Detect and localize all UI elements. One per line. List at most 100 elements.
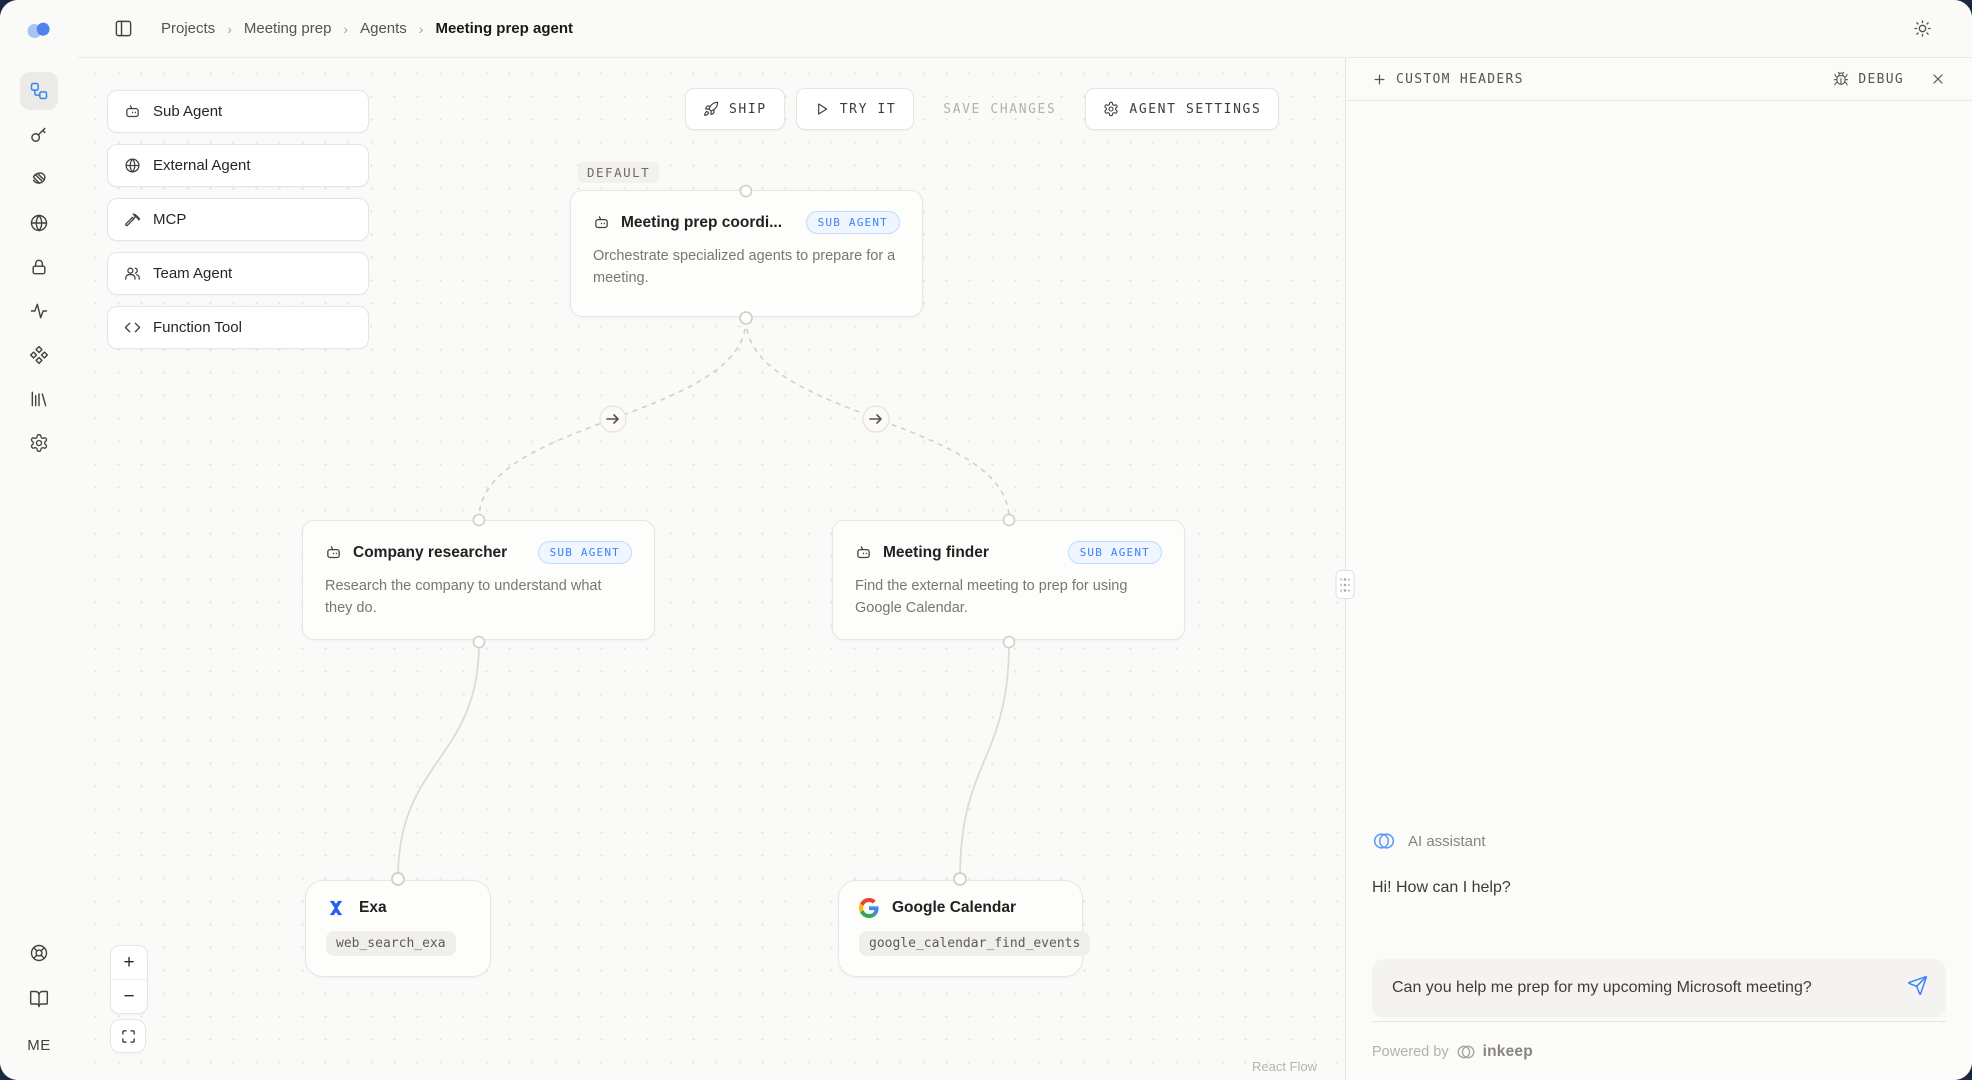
fit-view-button[interactable]	[110, 1019, 146, 1053]
breadcrumb-current-page: Meeting prep agent	[435, 20, 573, 37]
palette-item-label: Sub Agent	[153, 103, 222, 120]
assistant-header: AI assistant	[1372, 829, 1946, 853]
breadcrumb-project-name[interactable]: Meeting prep	[244, 20, 332, 37]
handle-meeting-finder-bottom[interactable]	[1004, 637, 1015, 648]
debug-label: DEBUG	[1858, 72, 1904, 87]
main-area: Sub Agent External Agent MCP Team Agent …	[78, 58, 1972, 1080]
sidebar-item-docs[interactable]	[20, 980, 58, 1018]
components-icon	[29, 345, 49, 365]
try-it-panel: CUSTOM HEADERS DEBUG AI assistant	[1345, 58, 1972, 1080]
maximize-icon	[121, 1029, 136, 1044]
play-icon	[814, 101, 830, 117]
custom-headers-button[interactable]: CUSTOM HEADERS	[1372, 72, 1524, 87]
palette-item-external-agent[interactable]: External Agent	[107, 144, 369, 187]
chat-area: AI assistant Hi! How can I help? Can you…	[1346, 829, 1972, 1080]
panel-resize-handle[interactable]	[1336, 570, 1355, 599]
edge-company-researcher-to-exa[interactable]	[398, 643, 479, 878]
top-header: Projects › Meeting prep › Agents › Meeti…	[78, 0, 1972, 58]
handle-coordinator-bottom[interactable]	[740, 312, 752, 324]
save-changes-button[interactable]: SAVE CHANGES	[925, 89, 1074, 130]
sidebar-item-help[interactable]	[20, 934, 58, 972]
activity-icon	[29, 301, 49, 321]
palette-item-label: Team Agent	[153, 265, 232, 282]
react-flow-attribution[interactable]: React Flow	[1252, 1059, 1317, 1074]
handle-company-researcher-top[interactable]	[474, 515, 485, 526]
life-buoy-icon	[29, 943, 49, 963]
rocket-icon	[703, 101, 719, 117]
canvas-toolbar: SHIP TRY IT SAVE CHANGES AGENT SETTINGS	[685, 88, 1279, 130]
inkeep-brand-label: inkeep	[1483, 1043, 1533, 1061]
sidebar-item-credentials[interactable]	[20, 248, 58, 286]
plus-icon	[1372, 72, 1387, 87]
assistant-name: AI assistant	[1408, 833, 1486, 850]
breadcrumb-agents[interactable]: Agents	[360, 20, 407, 37]
debug-button[interactable]: DEBUG	[1833, 71, 1904, 87]
sidebar-item-api-keys[interactable]	[20, 116, 58, 154]
palette-item-team-agent[interactable]: Team Agent	[107, 252, 369, 295]
edge-meeting-finder-to-google-calendar[interactable]	[960, 643, 1009, 878]
try-it-button-label: TRY IT	[840, 102, 897, 117]
handle-google-calendar-top[interactable]	[954, 873, 966, 885]
zoom-in-button[interactable]: +	[111, 946, 147, 979]
handle-meeting-finder-top[interactable]	[1004, 515, 1015, 526]
sidebar-item-library[interactable]	[20, 380, 58, 418]
users-icon	[124, 265, 141, 282]
rail-nav	[20, 72, 58, 462]
handle-company-researcher-bottom[interactable]	[474, 637, 485, 648]
close-panel-button[interactable]	[1930, 71, 1946, 87]
panel-header: CUSTOM HEADERS DEBUG	[1346, 58, 1972, 101]
breadcrumb: Projects › Meeting prep › Agents › Meeti…	[161, 20, 573, 37]
workflow-icon	[29, 81, 49, 101]
panel-header-actions: DEBUG	[1833, 71, 1946, 87]
palette-item-function-tool[interactable]: Function Tool	[107, 306, 369, 349]
agent-settings-button[interactable]: AGENT SETTINGS	[1085, 88, 1279, 130]
app-window: ME Projects › Meeting prep › Agents › Me…	[0, 0, 1972, 1080]
chat-input[interactable]: Can you help me prep for my upcoming Mic…	[1372, 959, 1946, 1018]
inkeep-logo-icon[interactable]	[24, 18, 54, 42]
breadcrumb-projects[interactable]: Projects	[161, 20, 215, 37]
try-it-button[interactable]: TRY IT	[796, 88, 915, 130]
palette-item-mcp[interactable]: MCP	[107, 198, 369, 241]
ship-button-label: SHIP	[729, 102, 767, 117]
bug-icon	[1833, 71, 1849, 87]
globe-icon	[29, 213, 49, 233]
sidebar-item-settings[interactable]	[20, 424, 58, 462]
sidebar-item-components[interactable]	[20, 336, 58, 374]
close-icon	[1930, 71, 1946, 87]
inkeep-logo-icon	[1456, 1042, 1476, 1062]
default-agent-chip: DEFAULT	[578, 162, 659, 183]
send-button[interactable]	[1907, 975, 1928, 1005]
tags-icon	[29, 169, 49, 189]
palette-item-label: External Agent	[153, 157, 251, 174]
sidebar-item-activity[interactable]	[20, 292, 58, 330]
flow-canvas[interactable]: Sub Agent External Agent MCP Team Agent …	[78, 58, 1345, 1080]
globe-icon	[124, 157, 141, 174]
canvas-controls: + −	[110, 945, 148, 1053]
breadcrumb-separator: ›	[419, 21, 424, 37]
settings-gear-icon	[29, 433, 49, 453]
sidebar-item-external[interactable]	[20, 204, 58, 242]
custom-headers-label: CUSTOM HEADERS	[1396, 72, 1524, 87]
inkeep-assistant-icon	[1372, 829, 1396, 853]
panel-left-icon	[114, 19, 133, 38]
sidebar-item-graphs[interactable]	[20, 72, 58, 110]
toggle-sidebar-button[interactable]	[114, 19, 133, 38]
palette-item-sub-agent[interactable]: Sub Agent	[107, 90, 369, 133]
palette-item-label: MCP	[153, 211, 186, 228]
library-icon	[29, 389, 49, 409]
powered-by[interactable]: Powered by inkeep	[1372, 1042, 1946, 1062]
handle-coordinator-top[interactable]	[741, 186, 752, 197]
zoom-out-button[interactable]: −	[111, 979, 147, 1013]
send-icon	[1907, 975, 1928, 996]
palette-item-label: Function Tool	[153, 319, 242, 336]
node-palette: Sub Agent External Agent MCP Team Agent …	[107, 90, 369, 349]
icon-rail: ME	[0, 0, 78, 1080]
sun-icon	[1913, 19, 1932, 38]
user-avatar[interactable]: ME	[20, 1026, 58, 1064]
handle-exa-top[interactable]	[392, 873, 404, 885]
edge-direction-badge	[863, 406, 889, 432]
breadcrumb-separator: ›	[343, 21, 348, 37]
sidebar-item-tags[interactable]	[20, 160, 58, 198]
ship-button[interactable]: SHIP	[685, 88, 785, 130]
theme-toggle-button[interactable]	[1913, 19, 1932, 38]
